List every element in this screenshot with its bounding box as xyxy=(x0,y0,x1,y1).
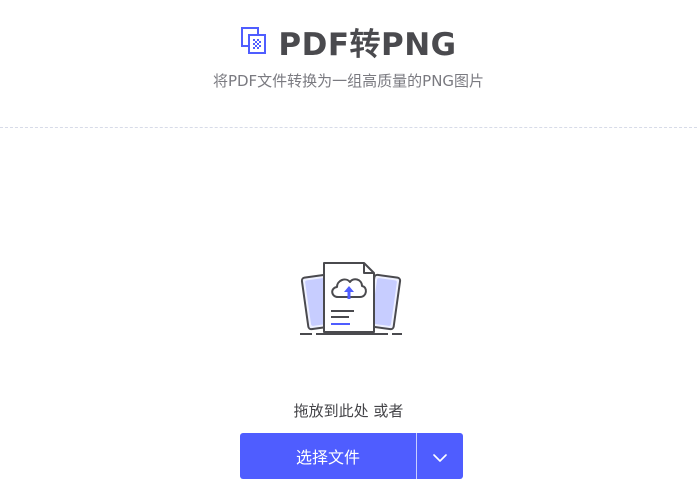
drop-hint-text: 拖放到此处 或者 xyxy=(293,402,404,420)
select-file-button[interactable]: 选择文件 xyxy=(240,433,416,479)
copy-pages-icon xyxy=(240,26,268,56)
upload-source-dropdown-button[interactable] xyxy=(417,433,463,479)
header-divider xyxy=(0,127,697,128)
file-select-group: 选择文件 xyxy=(240,433,463,479)
title-row: PDF转PNG xyxy=(0,20,697,63)
page-title: PDF转PNG xyxy=(278,26,457,63)
cloud-upload-document-icon xyxy=(296,256,406,342)
pdf-to-png-page: PDF转PNG 将PDF文件转换为一组高质量的PNG图片 拖放到此处 或者 选择… xyxy=(0,0,697,498)
chevron-down-icon xyxy=(433,447,447,466)
page-header: PDF转PNG 将PDF文件转换为一组高质量的PNG图片 xyxy=(0,0,697,128)
page-subtitle: 将PDF文件转换为一组高质量的PNG图片 xyxy=(212,72,485,90)
